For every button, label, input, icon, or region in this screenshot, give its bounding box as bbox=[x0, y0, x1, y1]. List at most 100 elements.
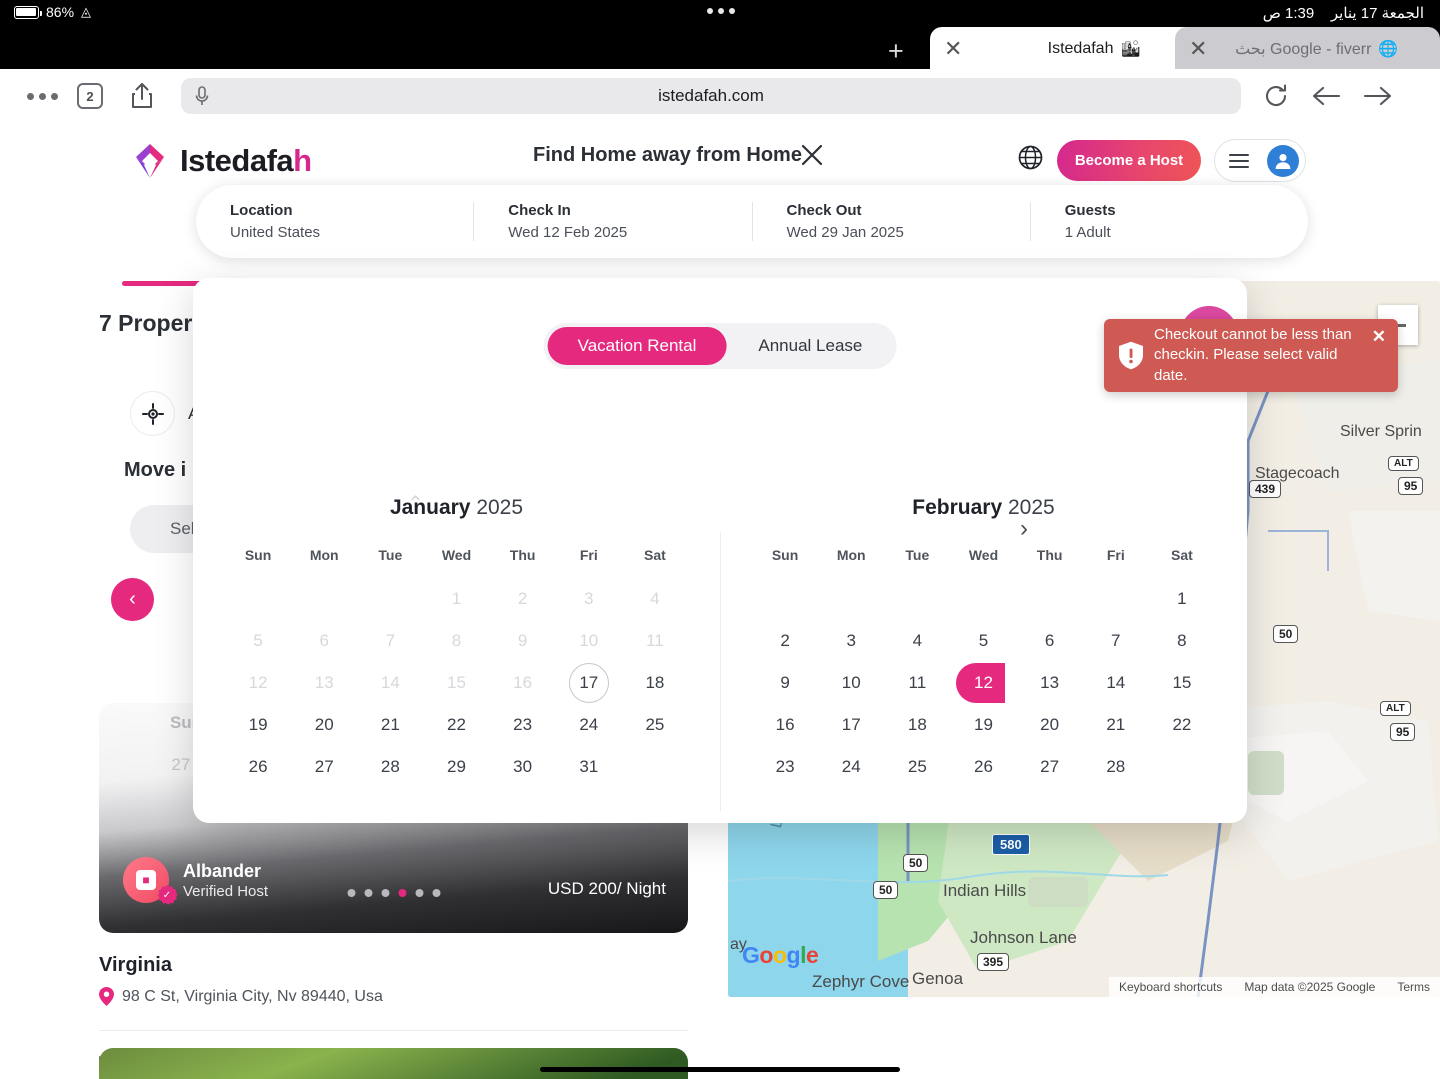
calendar-day[interactable]: 19 bbox=[225, 707, 291, 743]
carousel-dot-active[interactable] bbox=[398, 889, 406, 897]
user-avatar-icon[interactable] bbox=[1267, 145, 1299, 177]
calendar-day[interactable]: 25 bbox=[622, 707, 688, 743]
route-shield-50a: 50 bbox=[903, 854, 928, 872]
calendar-day[interactable]: 21 bbox=[357, 707, 423, 743]
tab-title: Istedafah bbox=[1048, 40, 1114, 58]
search-field-guests[interactable]: Guests 1 Adult bbox=[1031, 202, 1308, 241]
tab-count-button[interactable]: 2 bbox=[77, 83, 103, 109]
calendar-day[interactable]: 18 bbox=[622, 665, 688, 701]
address-bar[interactable]: istedafah.com bbox=[181, 78, 1241, 114]
search-field-checkout[interactable]: Check Out Wed 29 Jan 2025 bbox=[753, 202, 1031, 241]
account-menu[interactable] bbox=[1214, 139, 1306, 182]
calendar-day[interactable]: 6 bbox=[1017, 623, 1083, 659]
calendar-week: 19202122232425 bbox=[225, 707, 688, 743]
become-a-host-button[interactable]: Become a Host bbox=[1057, 140, 1201, 181]
calendar-day[interactable]: 21 bbox=[1083, 707, 1149, 743]
calendar-day[interactable]: 29 bbox=[423, 749, 489, 785]
route-shield-395: 395 bbox=[977, 953, 1009, 971]
toggle-vacation-rental[interactable]: Vacation Rental bbox=[548, 327, 727, 365]
terms-link[interactable]: Terms bbox=[1397, 980, 1430, 994]
tab-google-search[interactable]: ✕ بحث Google - fiverr 🌐 bbox=[1175, 27, 1440, 71]
calendar-day[interactable]: 15 bbox=[1149, 665, 1215, 701]
date-picker-modal[interactable]: Vacation Rental Annual Lease ⌃ › January… bbox=[193, 278, 1247, 823]
back-arrow-icon[interactable] bbox=[1311, 85, 1341, 107]
calendar-day[interactable]: 19 bbox=[950, 707, 1016, 743]
calendar-day[interactable]: 9 bbox=[752, 665, 818, 701]
calendar-day[interactable]: 18 bbox=[884, 707, 950, 743]
share-icon[interactable] bbox=[129, 82, 155, 110]
calendar-day[interactable]: 31 bbox=[556, 749, 622, 785]
site-logo[interactable]: Istedafah bbox=[130, 141, 312, 181]
close-icon[interactable]: ✕ bbox=[1189, 38, 1207, 60]
image-carousel-dots[interactable] bbox=[347, 889, 440, 897]
carousel-prev-button[interactable]: ‹ bbox=[111, 578, 154, 621]
calendar-day[interactable]: 11 bbox=[884, 665, 950, 701]
rental-type-toggle[interactable]: Vacation Rental Annual Lease bbox=[544, 323, 897, 369]
weekday: Tue bbox=[884, 547, 950, 563]
weekday-header: Sun Mon Tue Wed Thu Fri Sat bbox=[225, 547, 688, 563]
toggle-annual-lease[interactable]: Annual Lease bbox=[728, 327, 892, 365]
hamburger-menu-icon[interactable] bbox=[1229, 154, 1249, 168]
microphone-icon[interactable] bbox=[193, 85, 211, 112]
multitask-handle[interactable] bbox=[707, 8, 735, 14]
calendar-day[interactable]: 16 bbox=[752, 707, 818, 743]
carousel-dot[interactable] bbox=[381, 889, 389, 897]
search-field-checkin[interactable]: Check In Wed 12 Feb 2025 bbox=[474, 202, 752, 241]
calendar-day[interactable]: 27 bbox=[1017, 749, 1083, 785]
carousel-dot[interactable] bbox=[432, 889, 440, 897]
calendar-day[interactable]: 8 bbox=[1149, 623, 1215, 659]
calendar-day[interactable]: 23 bbox=[490, 707, 556, 743]
calendar-day[interactable]: 25 bbox=[884, 749, 950, 785]
calendar-day[interactable]: 5 bbox=[950, 623, 1016, 659]
reload-icon[interactable] bbox=[1263, 83, 1289, 109]
map-data-credit: Map data ©2025 Google bbox=[1244, 980, 1375, 994]
map-label-genoa: Genoa bbox=[912, 969, 963, 989]
calendar-day[interactable]: 27 bbox=[291, 749, 357, 785]
carousel-dot[interactable] bbox=[364, 889, 372, 897]
calendar-day[interactable]: 28 bbox=[1083, 749, 1149, 785]
calendar-day[interactable]: 13 bbox=[1017, 665, 1083, 701]
toast-close-button[interactable]: ✕ bbox=[1372, 327, 1386, 347]
calendar-day[interactable]: 30 bbox=[490, 749, 556, 785]
calendar-day-selected[interactable]: 12 bbox=[950, 665, 1016, 701]
search-field-location[interactable]: Location United States bbox=[196, 202, 474, 241]
calendar-day[interactable]: 26 bbox=[950, 749, 1016, 785]
calendar-day[interactable]: 23 bbox=[752, 749, 818, 785]
weekday: Thu bbox=[1017, 547, 1083, 563]
calendar-day[interactable]: 1 bbox=[1149, 581, 1215, 617]
logo-text-main: Istedafa bbox=[180, 143, 293, 178]
use-my-location-button[interactable] bbox=[130, 391, 175, 436]
field-label: Guests bbox=[1065, 202, 1274, 219]
new-tab-button[interactable]: + bbox=[888, 36, 904, 67]
keyboard-shortcuts-link[interactable]: Keyboard shortcuts bbox=[1119, 980, 1222, 994]
calendar-day[interactable]: 17 bbox=[818, 707, 884, 743]
search-bar[interactable]: Location United States Check In Wed 12 F… bbox=[196, 185, 1308, 258]
calendar-day[interactable]: 22 bbox=[423, 707, 489, 743]
calendar-day[interactable]: 10 bbox=[818, 665, 884, 701]
calendar-day[interactable]: 28 bbox=[357, 749, 423, 785]
calendar-day[interactable]: 4 bbox=[884, 623, 950, 659]
route-shield-alt-label-2: ALT bbox=[1380, 701, 1411, 716]
calendar-day[interactable]: 2 bbox=[752, 623, 818, 659]
address-text: 98 C St, Virginia City, Nv 89440, Usa bbox=[122, 988, 383, 1006]
calendar-day[interactable]: 24 bbox=[556, 707, 622, 743]
more-options-icon[interactable] bbox=[20, 93, 64, 100]
calendar-day[interactable]: 7 bbox=[1083, 623, 1149, 659]
calendar-day[interactable]: 14 bbox=[1083, 665, 1149, 701]
carousel-dot[interactable] bbox=[347, 889, 355, 897]
carousel-dot[interactable] bbox=[415, 889, 423, 897]
next-property-card[interactable] bbox=[99, 1048, 688, 1079]
browser-tab-strip: + ✕ Istedafah 🏙 ✕ بحث Google - fiverr 🌐 bbox=[0, 27, 1440, 69]
calendar-day[interactable]: 22 bbox=[1149, 707, 1215, 743]
calendar-day-today[interactable]: 17 bbox=[556, 665, 622, 701]
calendar-day[interactable]: 20 bbox=[291, 707, 357, 743]
tagline-close-button[interactable] bbox=[800, 143, 824, 172]
calendar-day[interactable]: 3 bbox=[818, 623, 884, 659]
close-icon[interactable]: ✕ bbox=[944, 38, 962, 60]
error-toast[interactable]: Checkout cannot be less than checkin. Pl… bbox=[1104, 319, 1398, 392]
forward-arrow-icon[interactable] bbox=[1363, 85, 1393, 107]
calendar-day[interactable]: 26 bbox=[225, 749, 291, 785]
calendar-day[interactable]: 24 bbox=[818, 749, 884, 785]
calendar-day[interactable]: 20 bbox=[1017, 707, 1083, 743]
language-button[interactable] bbox=[1018, 145, 1043, 175]
